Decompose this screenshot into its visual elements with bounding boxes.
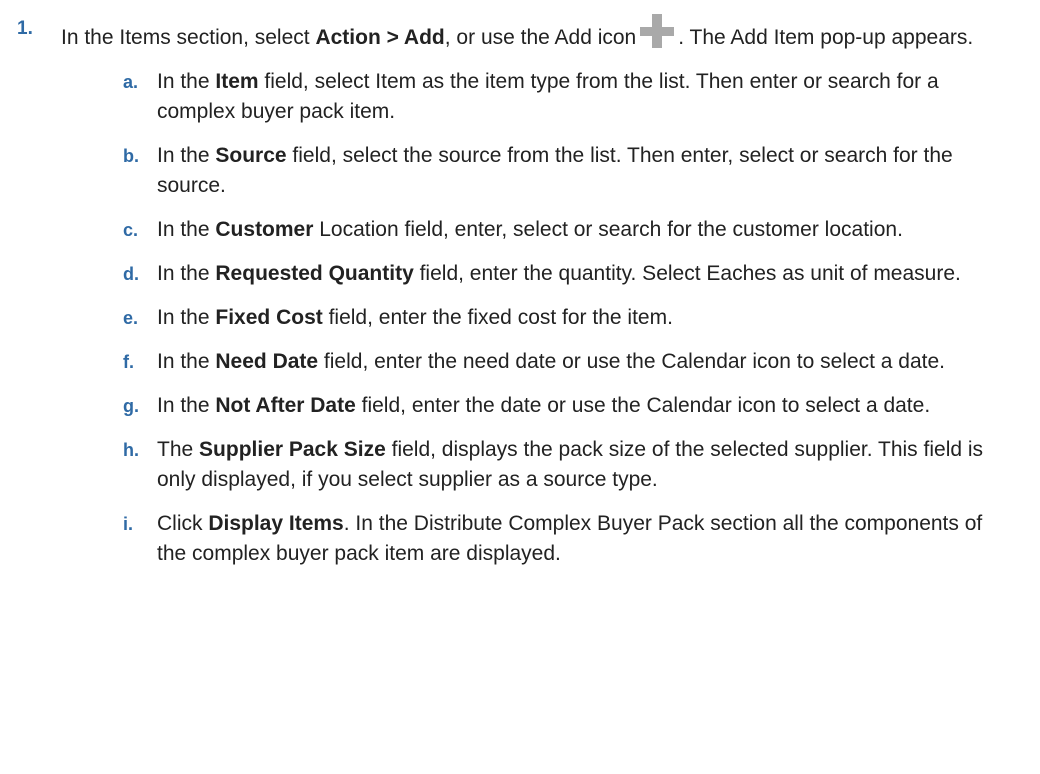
substep-text-pre: Click [157,512,209,535]
substep-text: In the Customer Location field, enter, s… [157,218,903,241]
substep-text-post: Location field, enter, select or search … [313,218,903,241]
field-name-need-date: Need Date [215,350,319,373]
substep-text-post: field, enter the fixed cost for the item… [322,306,673,329]
substep-text-post: field, enter the date or use the Calenda… [355,394,931,417]
substep-letter: a. [123,72,139,92]
substep-text-post: field, enter the quantity. Select Eaches… [413,262,961,285]
substep-text: Click Display Items. In the Distribute C… [157,512,982,565]
substep-text: In the Fixed Cost field, enter the fixed… [157,306,673,329]
substep-text-pre: In the [157,350,216,373]
substep-letter: g. [123,396,139,416]
substep-letter: d. [123,264,139,284]
substep-text-pre: In the [157,262,216,285]
step-number: 1. [17,18,33,39]
substep-b: b. In the Source field, select the sourc… [61,141,1028,201]
substep-h: h. The Supplier Pack Size field, display… [61,435,1028,495]
substep-letter: b. [123,146,139,166]
field-name-customer: Customer [215,218,314,241]
substep-text-pre: In the [157,306,216,329]
field-name-source: Source [215,144,287,167]
substep-text-post: field, select Item as the item type from… [157,70,939,123]
substep-text-pre: In the [157,144,216,167]
substep-text-post: field, enter the need date or use the Ca… [318,350,946,373]
substep-letter: c. [123,220,139,240]
substep-letter: f. [123,352,134,372]
substep-c: c. In the Customer Location field, enter… [61,215,1028,245]
substep-text: In the Source field, select the source f… [157,144,953,197]
substep-f: f. In the Need Date field, enter the nee… [61,347,1028,377]
field-name-not-after-date: Not After Date [215,394,356,417]
step-text-post: . The Add Item pop-up appears. [678,26,974,49]
substep-text: In the Not After Date field, enter the d… [157,394,930,417]
substep-text-pre: In the [157,394,216,417]
substep-text-pre: In the [157,218,216,241]
field-name-fixed-cost: Fixed Cost [215,306,323,329]
field-name-item: Item [215,70,259,93]
substep-g: g. In the Not After Date field, enter th… [61,391,1028,421]
step-1: 1. In the Items section, select Action >… [0,14,1040,569]
document: 1. In the Items section, select Action >… [0,0,1040,569]
substep-letter: i. [123,514,134,534]
substep-text: In the Item field, select Item as the it… [157,70,939,123]
button-name-display-items: Display Items [208,512,344,535]
action-add-menu-path: Action > Add [315,26,445,49]
substep-i: i. Click Display Items. In the Distribut… [61,509,1028,569]
substep-letter: e. [123,308,139,328]
substep-text-pre: The [157,438,200,461]
step-text-mid: , or use the Add icon [444,26,637,49]
substep-letter: h. [123,440,139,460]
substep-text: In the Need Date field, enter the need d… [157,350,945,373]
plus-icon [640,14,675,48]
substep-text: The Supplier Pack Size field, displays t… [157,438,983,491]
step-text: In the Items section, select Action > Ad… [61,14,974,49]
substep-list: a. In the Item field, select Item as the… [61,67,1028,569]
substep-e: e. In the Fixed Cost field, enter the fi… [61,303,1028,333]
substep-text-pre: In the [157,70,216,93]
field-name-requested-quantity: Requested Quantity [215,262,414,285]
substep-text: In the Requested Quantity field, enter t… [157,262,961,285]
step-text-pre: In the Items section, select [61,26,316,49]
field-name-supplier-pack-size: Supplier Pack Size [199,438,386,461]
substep-a: a. In the Item field, select Item as the… [61,67,1028,127]
substep-d: d. In the Requested Quantity field, ente… [61,259,1028,289]
